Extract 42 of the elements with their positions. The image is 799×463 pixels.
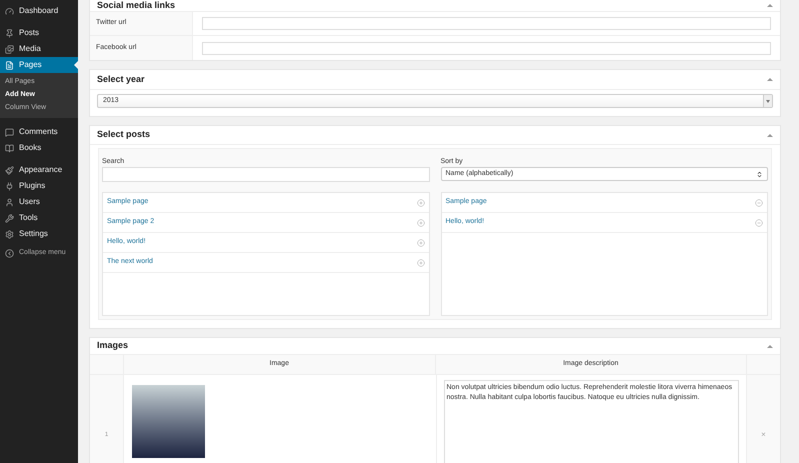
user-icon [5,198,14,206]
panel-title: Social media links [97,0,176,12]
sidebar-item[interactable]: Pages [0,57,78,73]
url-field[interactable] [202,42,771,54]
add-icon [416,238,424,246]
panel-title: Images [97,339,128,352]
plug-icon [5,182,14,190]
collapse-arrow-icon[interactable] [767,344,773,348]
page-icon [5,60,14,70]
collapse-icon [5,248,14,258]
add-icon [416,258,424,266]
dropdown-arrow-icon [756,170,763,178]
sidebar-item[interactable]: Media [0,41,78,57]
sidebar-item[interactable]: Books [0,140,78,156]
settings-icon [5,230,14,238]
dashboard-icon [5,6,14,16]
search-field[interactable] [102,167,430,182]
pin-icon [5,28,14,38]
sidebar-item[interactable]: Plugins [0,178,78,194]
paintbrush-icon [5,166,14,174]
book-icon [5,144,14,152]
add-icon [416,218,424,226]
collapse-arrow-icon[interactable] [767,134,773,136]
sidebar-item[interactable]: Dashboard [0,3,78,19]
media-icon [5,44,14,54]
sidebar-item[interactable]: Settings [0,226,78,242]
collapse-arrow-icon[interactable] [767,4,773,7]
wrench-icon [5,214,14,222]
remove-icon [755,218,763,226]
current-pointer-icon [74,61,78,69]
panel-title: Select year [97,72,145,86]
sidebar-item[interactable]: Appearance [0,162,78,178]
collapse-arrow-icon[interactable] [767,78,773,81]
sidebar-item[interactable]: Posts [0,25,78,41]
url-field[interactable] [202,17,771,30]
sidebar-item[interactable]: Comments [0,124,78,140]
panel-title: Select posts [97,128,150,142]
comment-bubble-icon [5,128,14,136]
sidebar-item[interactable]: Tools [0,210,78,226]
sidebar-item[interactable]: Users [0,194,78,210]
add-icon [416,198,424,206]
remove-icon [755,198,763,206]
